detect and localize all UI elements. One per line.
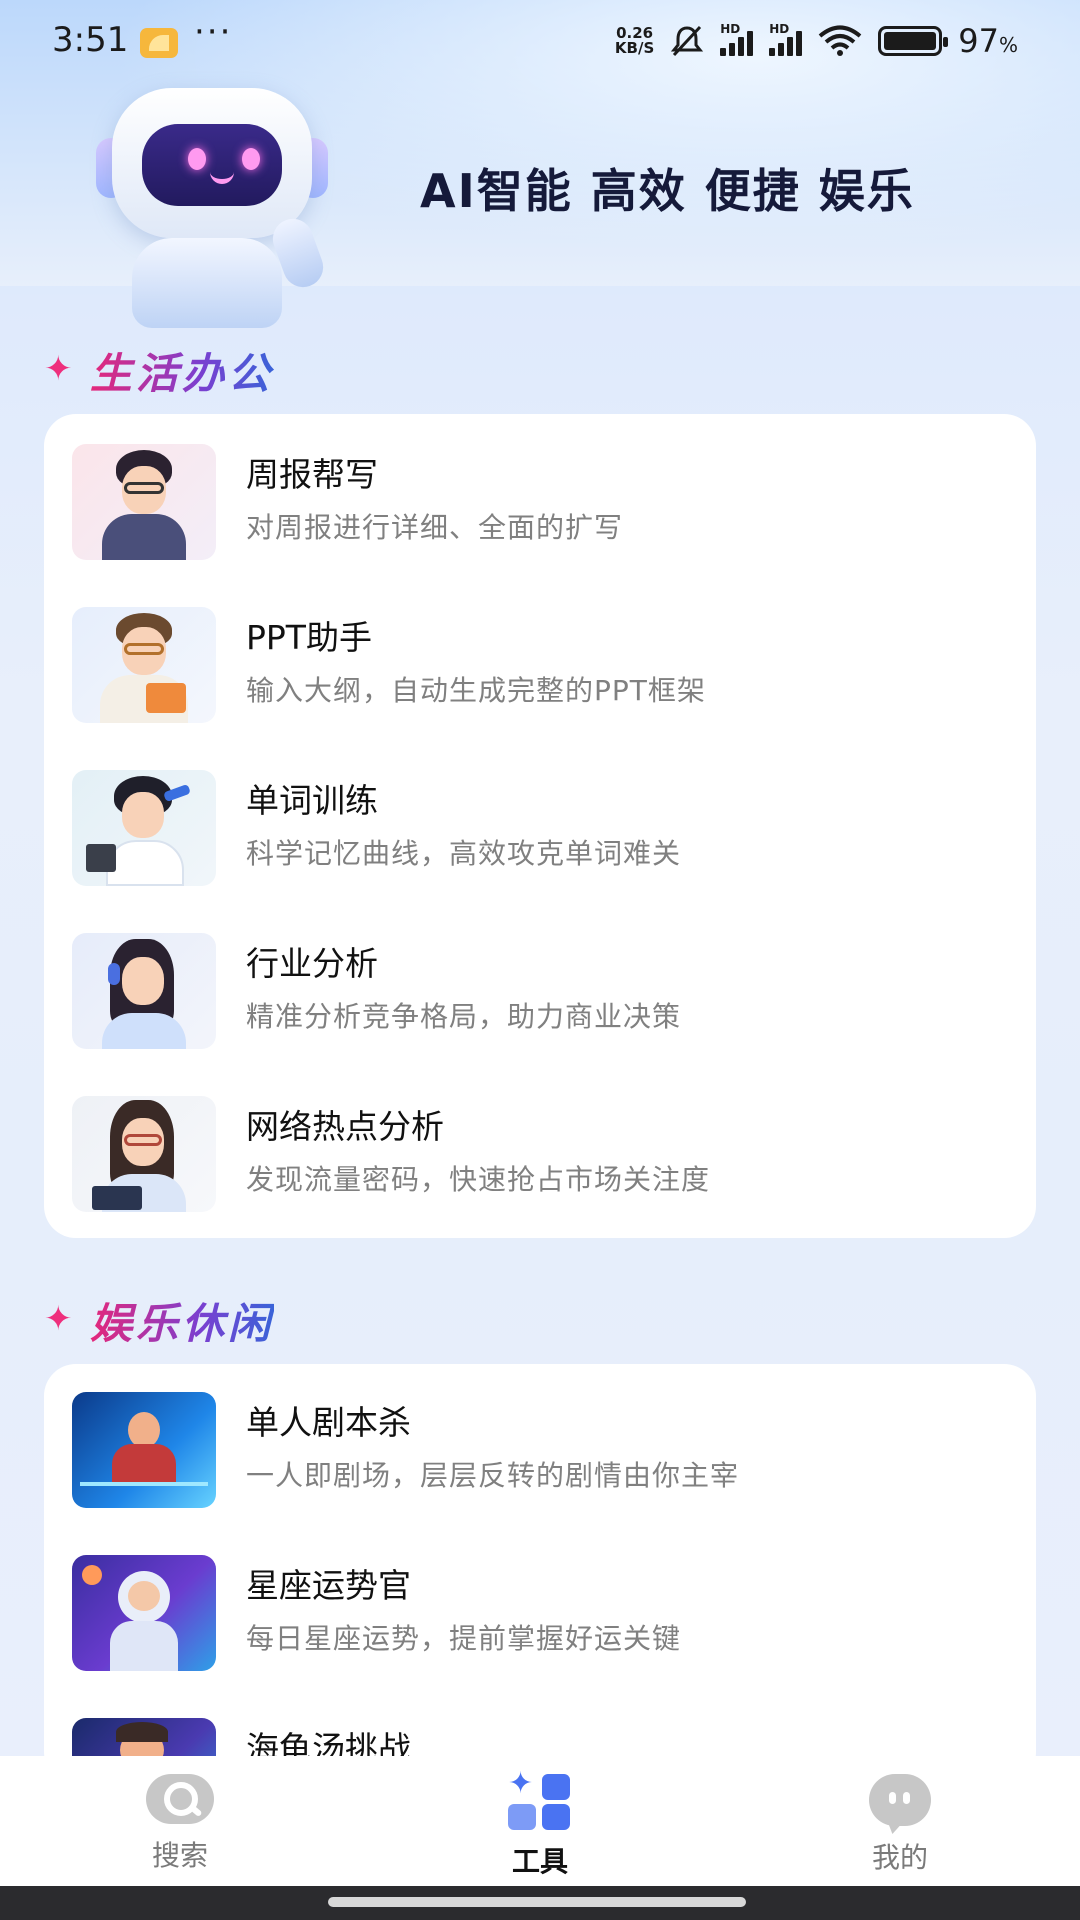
sparkle-icon [44, 349, 76, 389]
list-item[interactable]: 星座运势官 每日星座运势，提前掌握好运关键 [72, 1555, 1012, 1671]
list-item[interactable]: 网络热点分析 发现流量密码，快速抢占市场关注度 [72, 1096, 1012, 1212]
list-item[interactable]: 单词训练 科学记忆曲线，高效攻克单词难关 [72, 770, 1012, 886]
item-desc: 精准分析竞争格局，助力商业决策 [246, 1000, 682, 1033]
avatar-man-folder-icon [72, 607, 216, 723]
more-notifications-icon: ··· [194, 12, 233, 52]
item-desc: 对周报进行详细、全面的扩写 [246, 511, 624, 544]
item-title: 单词训练 [246, 781, 378, 820]
nav-tab-profile[interactable]: 我的 [800, 1774, 1000, 1876]
item-title: 单人剧本杀 [246, 1403, 411, 1442]
banner-slogan: AI智能 高效 便捷 娱乐 [420, 164, 915, 218]
astronaut-horoscope-icon [72, 1555, 216, 1671]
battery-percent: 97% [958, 22, 1018, 60]
item-desc: 输入大纲，自动生成完整的PPT框架 [246, 674, 706, 707]
section-title-entertainment: 娱乐休闲 [44, 1290, 274, 1351]
list-item[interactable]: 周报帮写 对周报进行详细、全面的扩写 [72, 444, 1012, 560]
battery-icon [878, 26, 949, 56]
sparkle-icon [44, 1299, 76, 1339]
signal-icon: HD [769, 22, 803, 56]
gesture-bar-area [0, 1886, 1080, 1920]
nav-label: 我的 [871, 1841, 928, 1874]
section-title-office: 生活办公 [44, 340, 274, 401]
robot-mascot-icon [92, 88, 332, 328]
status-time: 3:51 [52, 20, 129, 60]
search-icon [146, 1774, 214, 1824]
item-title: 网络热点分析 [246, 1107, 444, 1146]
item-title: 星座运势官 [246, 1566, 411, 1605]
avatar-girl-laptop-icon [72, 770, 216, 886]
item-desc: 发现流量密码，快速抢占市场关注度 [246, 1163, 711, 1196]
item-title: 周报帮写 [246, 455, 378, 494]
item-title: PPT助手 [246, 618, 372, 657]
nav-tab-tools[interactable]: ✦ 工具 [440, 1766, 640, 1880]
item-desc: 一人即剧场，层层反转的剧情由你主宰 [246, 1459, 740, 1492]
murder-mystery-scene-icon [72, 1392, 216, 1508]
mute-bell-icon [671, 25, 704, 57]
profile-icon [869, 1774, 931, 1834]
nav-label: 搜索 [151, 1839, 208, 1872]
avatar-boy-glasses-icon [72, 444, 216, 560]
nav-label: 工具 [511, 1845, 568, 1878]
office-tools-card: 周报帮写 对周报进行详细、全面的扩写 PPT助手 输入大纲，自动生成完整的PPT… [44, 414, 1036, 1238]
home-indicator[interactable] [328, 1897, 746, 1907]
avatar-headset-girl-icon [72, 933, 216, 1049]
entertainment-tools-card: 单人剧本杀 一人即剧场，层层反转的剧情由你主宰 星座运势官 每日星座运势，提前掌… [44, 1364, 1036, 1834]
list-item[interactable]: 行业分析 精准分析竞争格局，助力商业决策 [72, 933, 1012, 1049]
list-item[interactable]: PPT助手 输入大纲，自动生成完整的PPT框架 [72, 607, 1012, 723]
item-desc: 每日星座运势，提前掌握好运关键 [246, 1622, 682, 1655]
signal-icon: HD [720, 22, 754, 56]
item-title: 行业分析 [246, 944, 378, 983]
tools-icon: ✦ [508, 1766, 572, 1830]
notification-app-icon [140, 28, 178, 58]
list-item[interactable]: 单人剧本杀 一人即剧场，层层反转的剧情由你主宰 [72, 1392, 1012, 1508]
avatar-woman-book-icon [72, 1096, 216, 1212]
bottom-nav: 搜索 ✦ 工具 我的 [0, 1756, 1080, 1886]
network-speed: 0.26 KB/S [614, 24, 655, 57]
nav-tab-search[interactable]: 搜索 [80, 1774, 280, 1874]
wifi-icon [818, 25, 862, 56]
item-desc: 科学记忆曲线，高效攻克单词难关 [246, 837, 682, 870]
status-bar: 3:51 ··· 0.26 KB/S HD HD 97% [0, 0, 1080, 84]
